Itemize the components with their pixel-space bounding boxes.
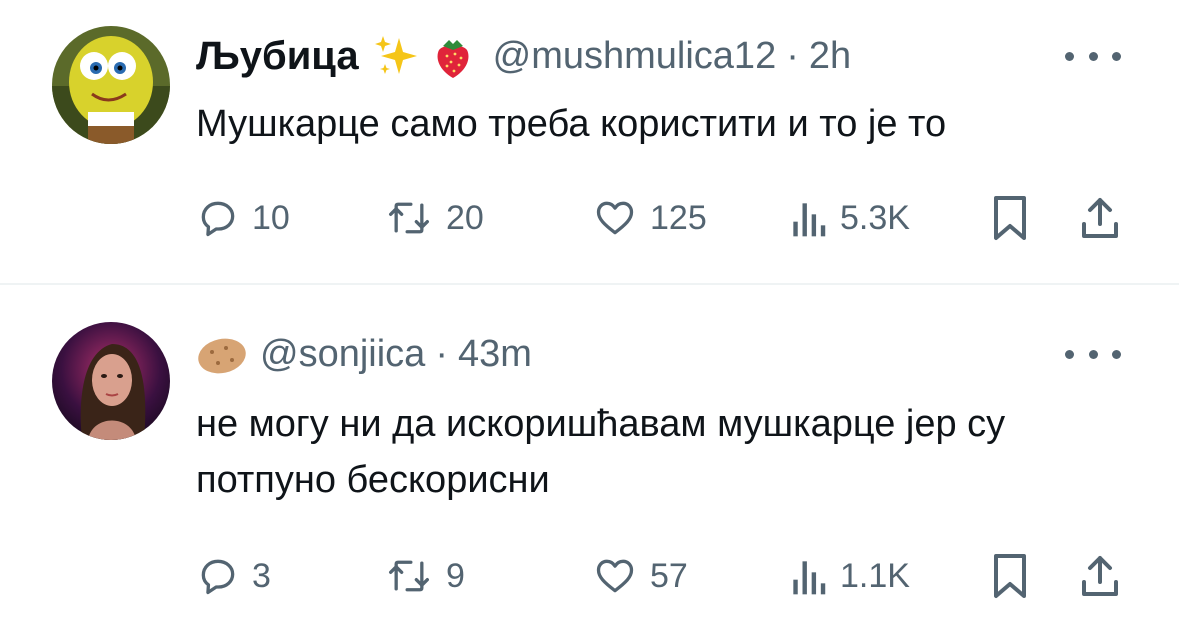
like-button[interactable]: 57 [592, 548, 688, 604]
potato-emoji [196, 330, 246, 378]
timestamp[interactable]: 2h [809, 35, 851, 78]
tweet-divider [0, 283, 1179, 285]
heart-icon [596, 201, 634, 235]
views-button[interactable]: 1.1K [788, 548, 910, 604]
tweet-text: Мушкарце само треба користити и то је то [196, 103, 947, 145]
share-button[interactable] [1078, 190, 1122, 246]
separator: · [786, 34, 799, 77]
handle[interactable]: @mushmulica12 [493, 35, 777, 78]
views-button[interactable]: 5.3K [788, 190, 910, 246]
avatar[interactable] [52, 322, 170, 440]
reply-icon [201, 559, 235, 595]
reply-icon [201, 201, 235, 237]
views-icon [793, 561, 826, 595]
action-bar: 10 20 125 5.3K [196, 190, 1136, 246]
share-icon [1082, 198, 1118, 238]
reply-count: 3 [252, 556, 271, 595]
repost-count: 20 [446, 198, 484, 237]
handle[interactable]: @sonjiica [260, 333, 425, 376]
separator: · [435, 332, 448, 375]
like-count: 125 [650, 198, 707, 237]
tweet-text: не могу ни да искоришћавам мушкарце јер … [196, 403, 1006, 501]
repost-button[interactable]: 9 [384, 548, 465, 604]
tweet-header: Љубица @mushmulica12 · 2h [196, 28, 851, 84]
tweet-header: @sonjiica · 43m [196, 326, 532, 382]
reply-button[interactable]: 10 [196, 190, 290, 246]
heart-icon [596, 559, 634, 593]
like-button[interactable]: 125 [592, 190, 707, 246]
repost-button[interactable]: 20 [384, 190, 484, 246]
share-button[interactable] [1078, 548, 1122, 604]
bookmark-button[interactable] [990, 548, 1030, 604]
action-bar: 3 9 57 1.1K [196, 548, 1136, 604]
bookmark-icon [994, 196, 1026, 240]
more-options-icon[interactable] [1065, 344, 1121, 364]
strawberry-emoji [429, 32, 477, 80]
more-options-icon[interactable] [1065, 46, 1121, 66]
repost-icon [389, 560, 429, 592]
avatar[interactable] [52, 26, 170, 144]
like-count: 57 [650, 556, 688, 595]
views-count: 5.3K [840, 198, 910, 237]
sparkles-emoji [373, 32, 421, 80]
bookmark-icon [994, 554, 1026, 598]
views-icon [793, 203, 826, 237]
tweet[interactable]: @sonjiica · 43m не могу ни да искоришћав… [0, 286, 1179, 624]
repost-icon [389, 202, 429, 234]
tweet[interactable]: Љубица @mushmulica12 · 2h Мушкарце само … [0, 0, 1179, 284]
bookmark-button[interactable] [990, 190, 1030, 246]
display-name[interactable]: Љубица [196, 34, 359, 79]
timestamp[interactable]: 43m [458, 333, 532, 376]
repost-count: 9 [446, 556, 465, 595]
share-icon [1082, 556, 1118, 596]
reply-button[interactable]: 3 [196, 548, 271, 604]
views-count: 1.1K [840, 556, 910, 595]
reply-count: 10 [252, 198, 290, 237]
